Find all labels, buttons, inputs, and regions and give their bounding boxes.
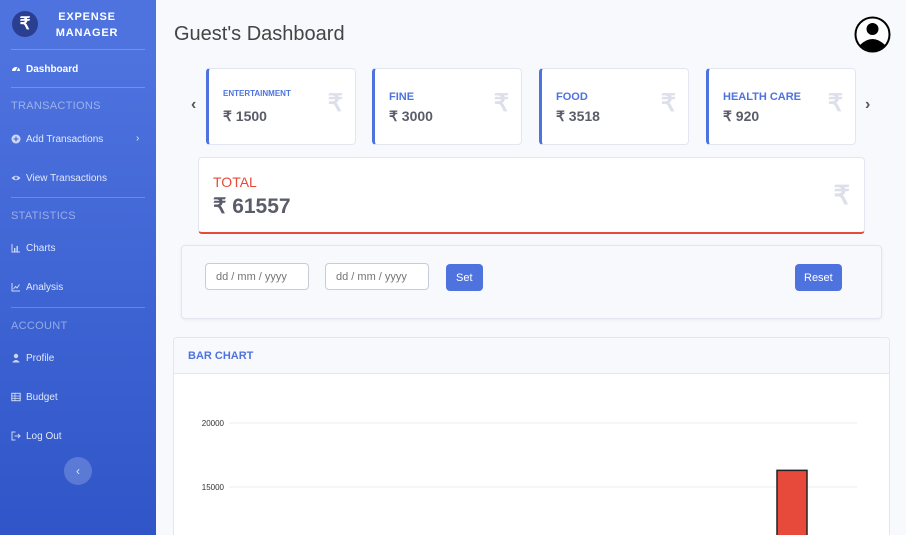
sidebar-heading-statistics: STATISTICS (11, 210, 76, 222)
sidebar-divider (11, 307, 145, 308)
brand-title: EXPENSE MANAGER (44, 9, 130, 41)
card-amount: ₹ 3000 (389, 108, 433, 124)
page-title: Guest's Dashboard (174, 23, 345, 45)
brand-title-line2: MANAGER (55, 27, 119, 39)
date-filter-panel: Set Reset (181, 245, 882, 319)
sidebar-item-profile[interactable]: Profile (0, 349, 156, 369)
sign-out-icon (11, 431, 21, 441)
bar-chart-card: BAR CHART 20000 15000 (173, 337, 890, 535)
sidebar-item-label: Add Transactions (26, 134, 104, 145)
brand-title-line1: EXPENSE (58, 11, 116, 23)
chart-header: BAR CHART (174, 338, 889, 374)
sidebar-item-view-transactions[interactable]: View Transactions (0, 169, 156, 189)
sidebar-toggle-button[interactable]: ‹ (64, 457, 92, 485)
chevron-right-icon: › (136, 133, 140, 144)
card-amount: ₹ 3518 (556, 108, 600, 124)
carousel-prev-button[interactable]: ‹ (191, 96, 196, 114)
rupee-icon: ₹ (833, 180, 850, 210)
rupee-icon: ₹ (827, 90, 843, 117)
sidebar-item-logout[interactable]: Log Out (0, 427, 156, 447)
sidebar-divider (11, 87, 145, 88)
category-card-fine: FINE ₹ 3000 ₹ (372, 68, 522, 145)
card-amount: ₹ 1500 (223, 108, 267, 124)
eye-icon (11, 175, 21, 181)
user-icon (12, 353, 20, 363)
reset-button[interactable]: Reset (795, 264, 842, 291)
card-category: ENTERTAINMENT (223, 89, 291, 98)
card-amount: ₹ 920 (723, 108, 760, 124)
sidebar-item-charts[interactable]: Charts (0, 239, 156, 259)
sidebar-divider (11, 49, 145, 50)
y-tick-label: 20000 (202, 419, 225, 428)
card-category: FOOD (556, 91, 588, 103)
sidebar-heading-account: ACCOUNT (11, 320, 68, 332)
sidebar-item-add-transactions[interactable]: Add Transactions › (0, 130, 156, 150)
sidebar-heading-transactions: TRANSACTIONS (11, 100, 101, 112)
sidebar-item-label: Dashboard (26, 64, 79, 75)
total-amount: ₹ 61557 (213, 195, 291, 218)
chart-title: BAR CHART (188, 350, 254, 362)
table-icon (11, 392, 21, 402)
card-category: FINE (389, 91, 415, 103)
sidebar-item-label: Log Out (26, 431, 62, 442)
sidebar-item-label: View Transactions (26, 173, 107, 184)
plus-circle-icon (11, 134, 21, 144)
sidebar-item-dashboard[interactable]: Dashboard (0, 60, 156, 80)
from-date-input[interactable] (205, 263, 309, 290)
category-card-food: FOOD ₹ 3518 ₹ (539, 68, 689, 145)
sidebar-item-budget[interactable]: Budget (0, 388, 156, 408)
bar[interactable] (776, 469, 808, 535)
sidebar-item-label: Analysis (26, 282, 64, 293)
sidebar-item-label: Profile (26, 353, 55, 364)
sidebar: ₹ EXPENSE MANAGER Dashboard TRANSACTIONS… (0, 0, 156, 535)
category-card-entertainment: ENTERTAINMENT ₹ 1500 ₹ (206, 68, 356, 145)
bar-chart-icon (11, 244, 20, 253)
rupee-icon: ₹ (493, 90, 509, 117)
to-date-input[interactable] (325, 263, 429, 290)
category-card-health-care: HEALTH CARE ₹ 920 ₹ (706, 68, 856, 145)
bar-chart: 20000 15000 (202, 419, 857, 535)
dashboard-icon (12, 67, 20, 72)
rupee-icon: ₹ (660, 90, 676, 117)
line-chart-icon (11, 283, 20, 292)
rupee-icon: ₹ (327, 90, 343, 117)
sidebar-item-label: Budget (26, 392, 58, 403)
user-avatar-icon[interactable] (854, 16, 891, 53)
sidebar-divider (11, 197, 145, 198)
set-button[interactable]: Set (446, 264, 483, 291)
rupee-logo-icon: ₹ (12, 11, 38, 37)
total-label: TOTAL (213, 174, 257, 190)
carousel-next-button[interactable]: › (865, 96, 870, 114)
sidebar-item-analysis[interactable]: Analysis (0, 278, 156, 298)
total-card: TOTAL ₹ 61557 ₹ (198, 157, 865, 234)
card-category: HEALTH CARE (723, 91, 802, 103)
sidebar-item-label: Charts (26, 243, 56, 254)
y-tick-label: 15000 (202, 483, 225, 492)
brand[interactable]: ₹ EXPENSE MANAGER (0, 0, 156, 48)
